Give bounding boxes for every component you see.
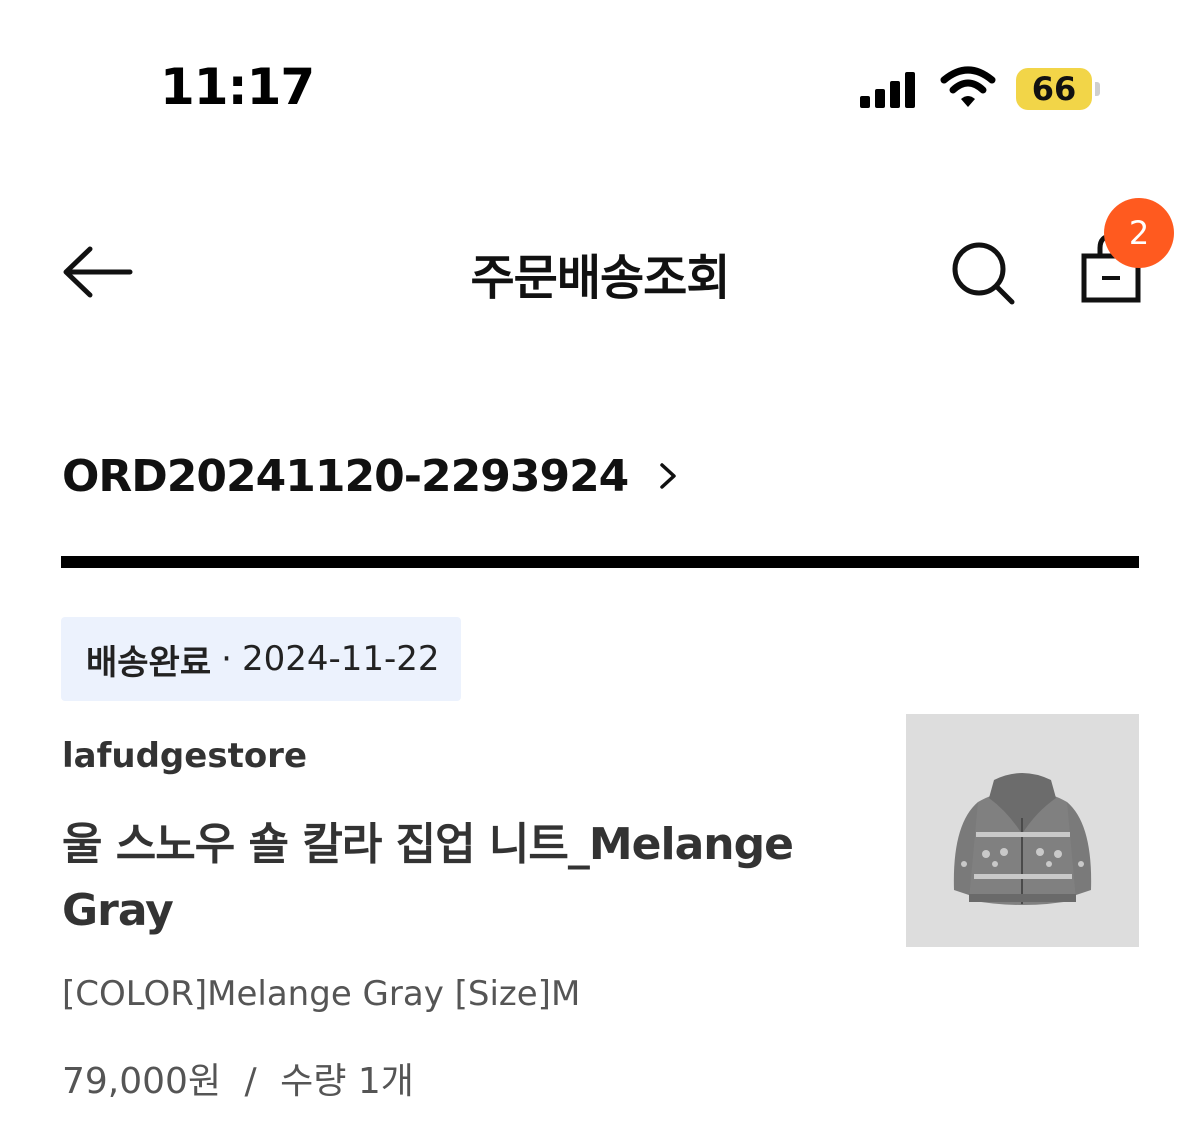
battery-tip xyxy=(1095,82,1100,96)
sweater-thumbnail xyxy=(906,714,1139,947)
product-option: [COLOR]Melange Gray [Size]M xyxy=(62,974,581,1014)
search-icon[interactable] xyxy=(950,240,1016,306)
cart-count-badge[interactable]: 2 xyxy=(1104,198,1174,268)
product-name[interactable]: 울 스노우 숄 칼라 집업 니트_Melange Gray xyxy=(62,812,862,944)
wifi-icon xyxy=(940,66,996,107)
delivery-date: 2024-11-22 xyxy=(241,639,440,679)
product-quantity: 수량 1개 xyxy=(280,1061,414,1102)
order-number-link[interactable]: ORD20241120-2293924 xyxy=(62,448,680,504)
order-number: ORD20241120-2293924 xyxy=(62,450,629,502)
delivery-status: 배송완료 xyxy=(86,642,212,683)
signal-icon xyxy=(860,72,915,108)
chevron-right-icon xyxy=(660,463,677,489)
delivery-status-chip: 배송완료 · 2024-11-22 xyxy=(61,617,461,701)
battery-level: 66 xyxy=(1031,70,1077,108)
status-time: 11:17 xyxy=(160,58,315,116)
status-separator: · xyxy=(221,639,232,679)
product-price: 79,000원 xyxy=(62,1061,222,1102)
page-title: 주문배송조회 xyxy=(470,250,731,306)
store-name[interactable]: lafudgestore xyxy=(62,736,307,776)
product-price-row: 79,000원 / 수량 1개 xyxy=(62,1052,414,1104)
section-divider xyxy=(61,556,1139,568)
battery-icon: 66 xyxy=(1016,68,1092,110)
price-separator: / xyxy=(244,1061,257,1102)
status-bar: 11:17 66 xyxy=(0,0,1200,170)
product-image[interactable] xyxy=(906,714,1139,947)
